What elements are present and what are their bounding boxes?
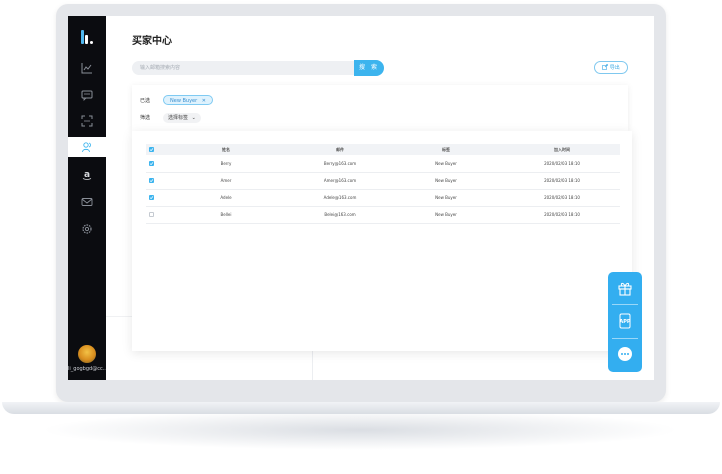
page-title: 买家中心 [132,36,172,47]
table-row[interactable]: Berry Berry@163.com New Buyer 2020/02/03… [146,155,620,173]
panel-divider [612,338,638,339]
chevron-down-icon: ⌄ [191,115,196,121]
amazon-icon[interactable]: a [81,169,93,181]
scan-icon[interactable] [81,115,93,127]
search-input[interactable] [132,61,354,75]
row-tag: New Buyer [435,195,457,200]
selected-tag-label: New Buyer [170,98,198,104]
export-button[interactable]: 导出 [594,61,628,74]
row-joined: 2020/02/03 18:10 [544,178,580,183]
device-shadow [40,410,680,450]
row-name: Adele [220,195,232,200]
row-checkbox[interactable] [149,178,154,183]
users-icon[interactable] [81,141,93,153]
filter-panel: 已选 New Buyer ✕ 筛选 选择标签 ⌄ [132,85,628,131]
column-header-email: 邮件 [336,147,344,152]
row-tag: New Buyer [435,178,457,183]
column-header-joined: 加入时间 [554,147,570,152]
chat-icon[interactable] [617,346,633,362]
row-checkbox[interactable] [149,161,154,166]
laptop-base [2,402,720,414]
row-joined: 2020/02/03 18:10 [544,161,580,166]
sidebar-username: li_gogbgd@cc... [68,366,106,372]
svg-text:a: a [84,170,90,180]
table-row[interactable]: Adele Adele@163.com New Buyer 2020/02/03… [146,189,620,207]
message-icon[interactable] [81,89,93,101]
row-email: Amer@163.com [323,178,357,183]
avatar[interactable] [78,345,96,363]
row-email: Berry@163.com [323,161,357,166]
sidebar: a li_gogbgd@cc... [68,16,106,380]
table-row[interactable]: Amer Amer@163.com New Buyer 2020/02/03 1… [146,172,620,190]
floating-action-panel: APP [608,272,642,372]
close-icon[interactable]: ✕ [202,98,206,104]
row-email: Belei@163.com [324,212,356,217]
selected-tag-chip[interactable]: New Buyer ✕ [163,95,213,105]
table-header: 姓名 邮件 标签 加入时间 [146,144,620,155]
app-icon[interactable]: APP [617,313,633,329]
brand-logo-icon[interactable] [80,30,96,44]
row-tag: New Buyer [435,161,457,166]
selected-label: 已选 [140,98,151,104]
row-joined: 2020/02/03 18:10 [544,195,580,200]
table-row[interactable]: Bellei Belei@163.com New Buyer 2020/02/0… [146,206,620,224]
settings-icon[interactable] [81,223,93,235]
column-header-name: 姓名 [222,147,230,152]
buyer-table-card: 姓名 邮件 标签 加入时间 Berry Berry@163.com New Bu… [132,131,632,351]
tag-filter-value: 选择标签 [168,115,189,121]
row-name: Bellei [220,212,232,217]
row-email: Adele@163.com [323,195,357,200]
select-all-checkbox[interactable] [149,147,154,152]
column-header-tag: 标签 [442,147,450,152]
app-screen: a li_gogbgd@cc... 买家中心 搜 索 导出 已选 New Buy… [68,16,654,380]
filter-label: 筛选 [140,115,151,121]
row-name: Berry [220,161,232,166]
tag-filter-dropdown[interactable]: 选择标签 ⌄ [163,113,201,123]
app-icon-label: APP [619,319,631,325]
row-checkbox[interactable] [149,212,154,217]
row-name: Amer [220,178,232,183]
mail-icon[interactable] [81,196,93,208]
export-icon [602,64,608,70]
row-checkbox[interactable] [149,195,154,200]
chart-icon[interactable] [81,62,93,74]
export-label: 导出 [609,65,620,71]
panel-divider [612,304,638,305]
row-tag: New Buyer [435,212,457,217]
gift-icon[interactable] [617,280,633,296]
row-joined: 2020/02/03 18:10 [544,212,580,217]
search-button[interactable]: 搜 索 [354,60,384,76]
